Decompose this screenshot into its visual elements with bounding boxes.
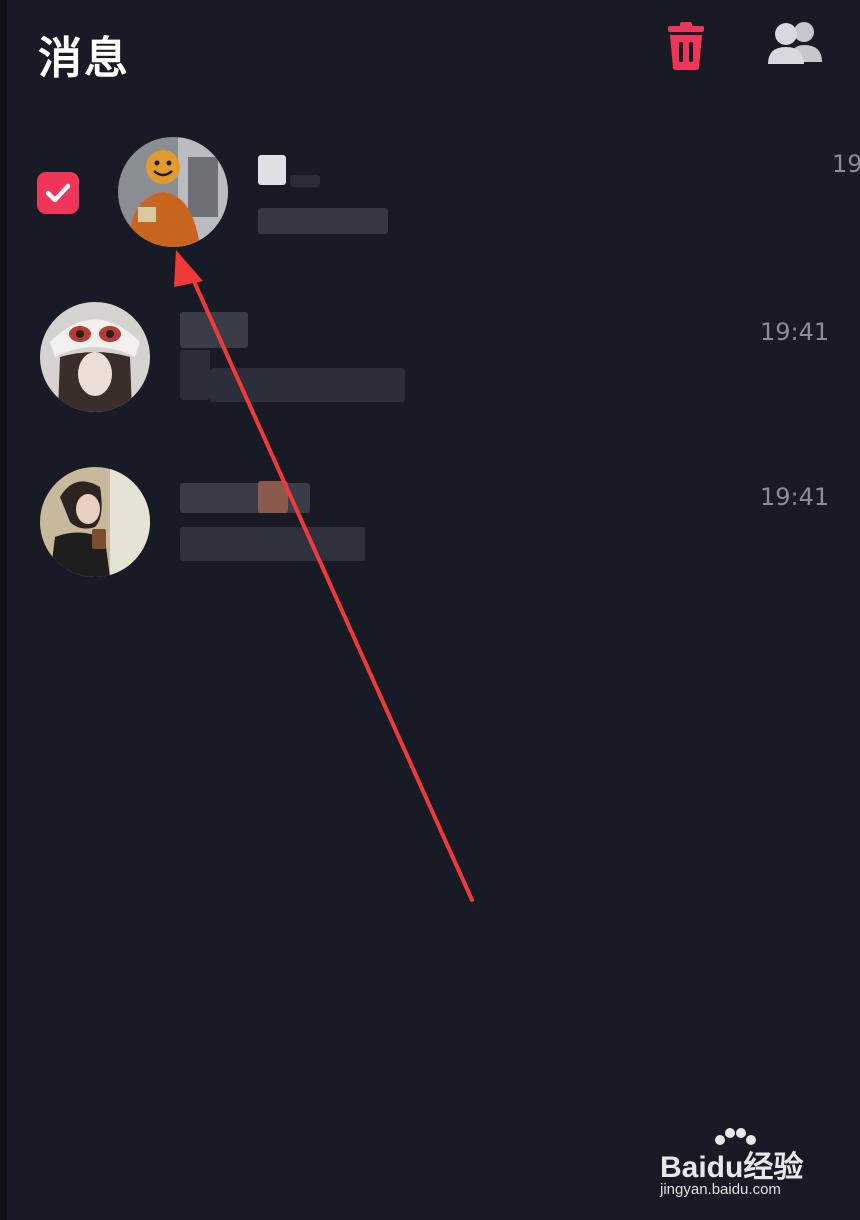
- name-blurred-tail: [290, 175, 320, 187]
- name-blurred-tail: [180, 350, 210, 400]
- conversation-row-2[interactable]: 19:41: [0, 290, 860, 440]
- preview-blurred: [180, 527, 365, 561]
- row-checkbox-checked[interactable]: [37, 172, 79, 214]
- conversation-1-time: 19: [832, 150, 860, 178]
- preview-blurred: [258, 208, 388, 234]
- preview-blurred: [210, 368, 405, 402]
- name-blurred: [180, 312, 248, 348]
- name-blurred: [180, 483, 310, 513]
- watermark-url: jingyan.baidu.com: [660, 1181, 781, 1198]
- avatar-bear-hat: [40, 302, 150, 412]
- contacts-icon: [768, 22, 822, 64]
- watermark-brand: Baidu经验: [660, 1151, 804, 1184]
- checkmark-icon: [45, 183, 71, 203]
- avatar-smiley: [118, 137, 228, 247]
- page-title: 消息: [38, 33, 130, 84]
- conversation-row-3[interactable]: 19:41: [0, 455, 860, 605]
- contacts-button[interactable]: [764, 18, 826, 68]
- name-blurred-color: [258, 481, 288, 513]
- header-bar: 消息: [0, 0, 860, 110]
- conversation-row-1[interactable]: [0, 120, 860, 270]
- baidu-watermark: Baidu经验 jingyan.baidu.com: [660, 1128, 820, 1208]
- conversation-2-time: 19:41: [760, 318, 830, 346]
- trash-icon: [668, 22, 704, 70]
- conversation-3-time: 19:41: [760, 483, 830, 511]
- delete-button[interactable]: [660, 20, 712, 72]
- avatar-coffee: [40, 467, 150, 577]
- name-blurred: [258, 155, 286, 185]
